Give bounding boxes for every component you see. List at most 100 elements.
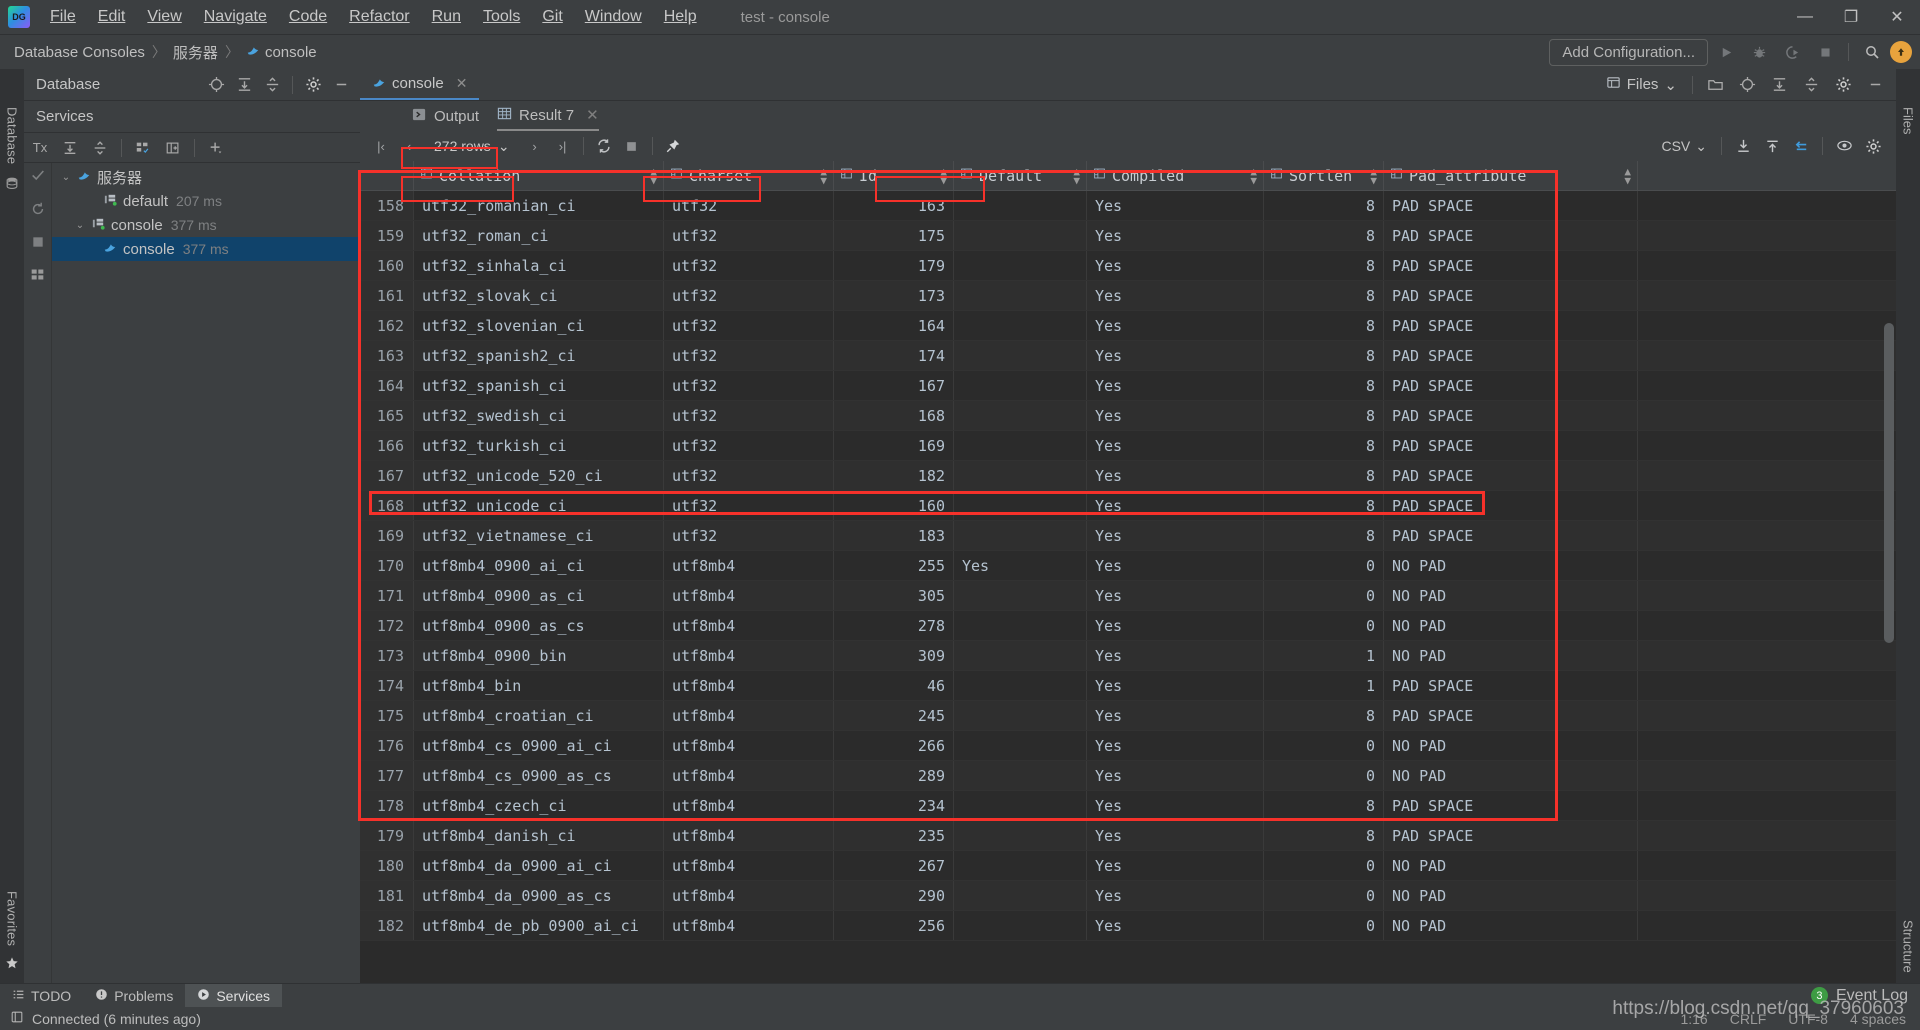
cell-id[interactable]: 168 — [834, 401, 954, 430]
cell-id[interactable]: 167 — [834, 371, 954, 400]
cell-collation[interactable]: utf8mb4_danish_ci — [414, 821, 664, 850]
locate-icon[interactable] — [203, 72, 229, 98]
cell-default[interactable] — [954, 911, 1087, 940]
menu-item-edit[interactable]: Edit — [88, 4, 136, 30]
cell-pad-attribute[interactable]: PAD SPACE — [1384, 341, 1638, 370]
status-tab-problems[interactable]: Problems — [83, 984, 185, 1007]
cell-id[interactable]: 169 — [834, 431, 954, 460]
grid-header-sortlen[interactable]: Sortlen ▲ ▼ — [1264, 161, 1384, 190]
cell-pad-attribute[interactable]: PAD SPACE — [1384, 491, 1638, 520]
cell-default[interactable] — [954, 281, 1087, 310]
cell-id[interactable]: 179 — [834, 251, 954, 280]
cell-compiled[interactable]: Yes — [1087, 671, 1264, 700]
transpose-icon[interactable] — [1788, 134, 1814, 158]
cell-collation[interactable]: utf8mb4_bin — [414, 671, 664, 700]
cell-id[interactable]: 182 — [834, 461, 954, 490]
cell-compiled[interactable]: Yes — [1087, 761, 1264, 790]
cell-pad-attribute[interactable]: PAD SPACE — [1384, 251, 1638, 280]
star-icon[interactable] — [5, 956, 19, 973]
table-row[interactable]: 163 utf32_spanish2_ci utf32 174 Yes 8 PAD SPAC… — [360, 341, 1896, 371]
chevron-down-icon[interactable]: ⌄ — [58, 172, 74, 183]
grid-header-default[interactable]: Default ▲ ▼ — [954, 161, 1087, 190]
cell-default[interactable] — [954, 581, 1087, 610]
table-row[interactable]: 159 utf32_roman_ci utf32 175 Yes 8 PAD SPACE — [360, 221, 1896, 251]
cell-collation[interactable]: utf8mb4_0900_as_ci — [414, 581, 664, 610]
sort-toggle-icon[interactable]: ▲ ▼ — [650, 166, 657, 186]
cell-default[interactable] — [954, 521, 1087, 550]
rail-item-database[interactable]: Database — [5, 107, 20, 164]
row-count-dropdown[interactable]: 272 rows ⌄ — [424, 136, 520, 157]
cell-collation[interactable]: utf8mb4_da_0900_as_cs — [414, 881, 664, 910]
event-log-label[interactable]: Event Log — [1836, 987, 1908, 1005]
table-row[interactable]: 166 utf32_turkish_ci utf32 169 Yes 8 PAD SPACE — [360, 431, 1896, 461]
table-row[interactable]: 160 utf32_sinhala_ci utf32 179 Yes 8 PAD SPACE — [360, 251, 1896, 281]
cell-sortlen[interactable]: 8 — [1264, 251, 1384, 280]
grid-scrollbar-thumb[interactable] — [1884, 323, 1894, 643]
cell-id[interactable]: 234 — [834, 791, 954, 820]
cell-charset[interactable]: utf8mb4 — [664, 701, 834, 730]
breadcrumb-item-database-consoles[interactable]: Database Consoles — [14, 44, 145, 61]
cell-collation[interactable]: utf8mb4_de_pb_0900_ai_ci — [414, 911, 664, 940]
cell-default[interactable] — [954, 791, 1087, 820]
cell-charset[interactable]: utf8mb4 — [664, 551, 834, 580]
cell-default[interactable] — [954, 821, 1087, 850]
table-row[interactable]: 173 utf8mb4_0900_bin utf8mb4 309 Yes 1 NO PAD — [360, 641, 1896, 671]
cell-sortlen[interactable]: 8 — [1264, 431, 1384, 460]
cell-default[interactable] — [954, 701, 1087, 730]
cell-pad-attribute[interactable]: NO PAD — [1384, 911, 1638, 940]
cell-collation[interactable]: utf32_romanian_ci — [414, 191, 664, 220]
table-row[interactable]: 176 utf8mb4_cs_0900_ai_ci utf8mb4 266 Yes 0 NO… — [360, 731, 1896, 761]
update-icon[interactable] — [1890, 41, 1912, 63]
cell-pad-attribute[interactable]: NO PAD — [1384, 731, 1638, 760]
breadcrumb-item-console[interactable]: console — [265, 44, 317, 61]
cell-default[interactable] — [954, 371, 1087, 400]
cell-id[interactable]: 245 — [834, 701, 954, 730]
gear-icon[interactable] — [1828, 71, 1858, 99]
table-row[interactable]: 182 utf8mb4_de_pb_0900_ai_ci utf8mb4 256 Yes… — [360, 911, 1896, 941]
cell-compiled[interactable]: Yes — [1087, 911, 1264, 940]
cell-sortlen[interactable]: 8 — [1264, 791, 1384, 820]
cell-pad-attribute[interactable]: PAD SPACE — [1384, 281, 1638, 310]
cell-id[interactable]: 256 — [834, 911, 954, 940]
grid-header-charset[interactable]: Charset ▲ ▼ — [664, 161, 834, 190]
cell-default[interactable] — [954, 611, 1087, 640]
cell-charset[interactable]: utf8mb4 — [664, 671, 834, 700]
grid-icon[interactable] — [30, 267, 45, 286]
cell-collation[interactable]: utf32_turkish_ci — [414, 431, 664, 460]
cell-id[interactable]: 267 — [834, 851, 954, 880]
cell-default[interactable] — [954, 401, 1087, 430]
stop-icon[interactable] — [1810, 38, 1840, 66]
cell-charset[interactable]: utf32 — [664, 221, 834, 250]
minimize-button[interactable]: — — [1782, 0, 1828, 35]
cell-pad-attribute[interactable]: NO PAD — [1384, 881, 1638, 910]
cell-charset[interactable]: utf8mb4 — [664, 761, 834, 790]
cell-default[interactable] — [954, 251, 1087, 280]
cell-charset[interactable]: utf32 — [664, 491, 834, 520]
grid-scrollbar[interactable] — [1884, 193, 1894, 663]
cell-pad-attribute[interactable]: NO PAD — [1384, 641, 1638, 670]
add-configuration-button[interactable]: Add Configuration... — [1549, 38, 1708, 66]
grid-body[interactable]: 158 utf32_romanian_ci utf32 163 Yes 8 PAD SPAC… — [360, 191, 1896, 983]
chevron-down-icon[interactable]: ⌄ — [72, 220, 88, 231]
cell-pad-attribute[interactable]: PAD SPACE — [1384, 401, 1638, 430]
menu-item-file[interactable]: File — [40, 4, 86, 30]
cell-sortlen[interactable]: 0 — [1264, 731, 1384, 760]
cell-pad-attribute[interactable]: PAD SPACE — [1384, 791, 1638, 820]
indent-setting[interactable]: 4 spaces — [1850, 1011, 1906, 1027]
table-row[interactable]: 162 utf32_slovenian_ci utf32 164 Yes 8 PAD SPA… — [360, 311, 1896, 341]
sort-toggle-icon[interactable]: ▲ ▼ — [1250, 166, 1257, 186]
tree-node-server[interactable]: ⌄ 服务器 — [52, 165, 360, 189]
collapse-all-icon[interactable] — [1796, 71, 1826, 99]
cell-collation[interactable]: utf8mb4_0900_as_cs — [414, 611, 664, 640]
cell-collation[interactable]: utf32_unicode_ci — [414, 491, 664, 520]
cell-pad-attribute[interactable]: NO PAD — [1384, 611, 1638, 640]
run-icon[interactable] — [1711, 38, 1741, 66]
cell-pad-attribute[interactable]: PAD SPACE — [1384, 461, 1638, 490]
close-icon[interactable]: ✕ — [586, 106, 599, 124]
cell-charset[interactable]: utf32 — [664, 521, 834, 550]
cell-charset[interactable]: utf8mb4 — [664, 581, 834, 610]
cell-compiled[interactable]: Yes — [1087, 461, 1264, 490]
cell-default[interactable] — [954, 461, 1087, 490]
cell-collation[interactable]: utf8mb4_da_0900_ai_ci — [414, 851, 664, 880]
cell-charset[interactable]: utf8mb4 — [664, 611, 834, 640]
